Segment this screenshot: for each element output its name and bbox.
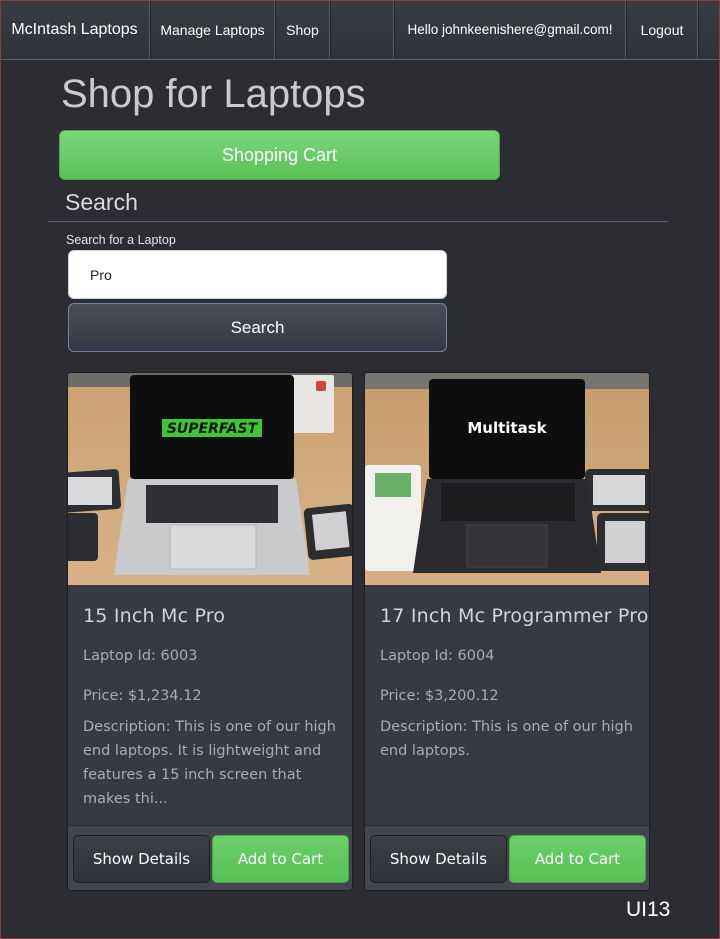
search-label: Search for a Laptop [66,233,176,247]
screen-text: SUPERFAST [167,421,259,437]
product-description: Description: This is one of our high end… [83,719,336,807]
nav-user-greeting[interactable]: Hello johnkeenishere@gmail.com! [394,0,626,59]
page-title: Shop for Laptops [61,72,366,116]
nav-shop[interactable]: Shop [275,0,330,59]
nav-manage-laptops[interactable]: Manage Laptops [150,0,275,59]
nav-end-spacer [698,0,720,59]
product-name[interactable]: 15 Inch Mc Pro [83,605,225,627]
search-heading: Search [65,189,138,215]
show-details-button[interactable]: Show Details [370,835,507,883]
show-details-button[interactable]: Show Details [73,835,210,883]
card-footer: Show Details Add to Cart [365,825,649,890]
nav-spacer [330,0,394,59]
product-price: Price: $3,200.12 [380,688,499,704]
shopping-cart-button[interactable]: Shopping Cart [59,130,500,180]
laptop-black-image: Multitask [365,373,649,585]
search-input[interactable] [68,250,447,299]
add-to-cart-button[interactable]: Add to Cart [212,835,349,883]
ui-tag-label: UI13 [626,898,671,921]
laptop-id: Laptop Id: 6003 [83,648,198,664]
section-divider [48,221,668,222]
laptop-silver-image: SUPERFAST [68,373,352,585]
product-card: Multitask 17 Inch Mc Programmer Pro Lapt… [364,372,650,891]
product-card: SUPERFAST 15 Inch Mc Pro Laptop Id: 6003… [67,372,353,891]
product-name[interactable]: 17 Inch Mc Programmer Pro [380,605,649,627]
screen-text: Multitask [467,419,547,437]
brand-link[interactable]: McIntash Laptops [0,0,150,59]
nav-logout[interactable]: Logout [626,0,698,59]
laptop-id: Laptop Id: 6004 [380,648,495,664]
add-to-cart-button[interactable]: Add to Cart [509,835,646,883]
product-price: Price: $1,234.12 [83,688,202,704]
search-button[interactable]: Search [68,303,447,352]
top-navbar: McIntash Laptops Manage Laptops Shop Hel… [0,0,720,60]
product-description: Description: This is one of our high end… [380,719,633,759]
card-footer: Show Details Add to Cart [68,825,352,890]
